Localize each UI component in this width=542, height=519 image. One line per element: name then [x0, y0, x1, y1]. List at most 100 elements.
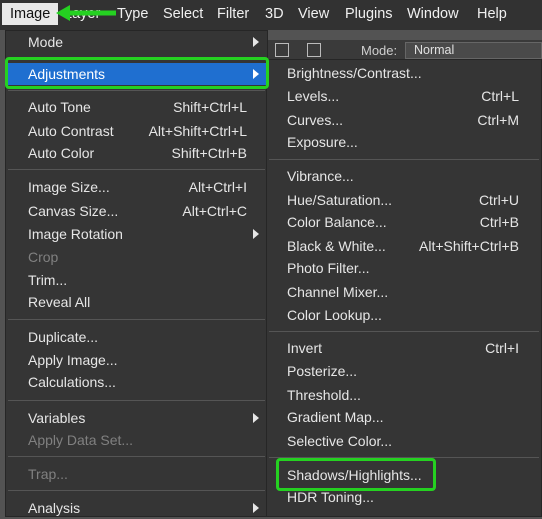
menu-item-adjustments[interactable]: Adjustments — [6, 63, 267, 85]
menu-bar: Image Layer Type Select Filter 3D View P… — [0, 0, 542, 30]
menu-item-label: Threshold... — [287, 387, 361, 403]
menu-item-auto-color[interactable]: Auto Color Shift+Ctrl+B — [6, 142, 267, 164]
menu-item-calculations[interactable]: Calculations... — [6, 371, 267, 393]
menu-view[interactable]: View — [298, 6, 329, 22]
menu-item-brightness-contrast[interactable]: Brightness/Contrast... — [267, 62, 541, 84]
menu-item-shortcut: Alt+Shift+Ctrl+L — [148, 123, 247, 139]
menu-item-color-balance[interactable]: Color Balance... Ctrl+B — [267, 211, 541, 233]
menu-item-curves[interactable]: Curves... Ctrl+M — [267, 109, 541, 131]
menu-item-label: Posterize... — [287, 363, 358, 379]
menu-item-apply-data-set[interactable]: Apply Data Set... — [6, 429, 267, 451]
submenu-arrow-icon — [253, 69, 259, 79]
menu-item-label: Color Lookup... — [287, 307, 382, 323]
adjustments-submenu: Brightness/Contrast... Levels... Ctrl+L … — [266, 59, 542, 517]
menu-item-analysis[interactable]: Analysis — [6, 497, 267, 519]
menu-item-variables[interactable]: Variables — [6, 407, 267, 429]
menu-item-label: Vibrance... — [287, 168, 354, 184]
menu-item-label: Image Size... — [28, 179, 110, 195]
menu-help[interactable]: Help — [477, 6, 507, 22]
menu-image[interactable]: Image — [2, 3, 59, 25]
menu-item-black-white[interactable]: Black & White... Alt+Shift+Ctrl+B — [267, 235, 541, 257]
menu-item-shortcut: Ctrl+M — [477, 112, 519, 128]
menu-item-label: Hue/Saturation... — [287, 192, 393, 208]
menu-item-apply-image[interactable]: Apply Image... — [6, 349, 267, 371]
menu-separator — [8, 490, 265, 491]
menu-item-label: Color Balance... — [287, 214, 387, 230]
menu-item-label: Variables — [28, 410, 86, 426]
menu-item-label: Exposure... — [287, 134, 358, 150]
menu-item-shortcut: Alt+Shift+Ctrl+B — [419, 238, 519, 254]
option-square-dot-icon[interactable] — [307, 43, 321, 57]
menu-item-shortcut: Ctrl+L — [481, 88, 519, 104]
menu-separator — [269, 331, 539, 332]
menu-item-vibrance[interactable]: Vibrance... — [267, 165, 541, 187]
submenu-arrow-icon — [253, 503, 259, 513]
menu-item-mode[interactable]: Mode — [6, 31, 267, 53]
menu-item-invert[interactable]: Invert Ctrl+I — [267, 337, 541, 359]
submenu-arrow-icon — [253, 37, 259, 47]
menu-filter[interactable]: Filter — [217, 6, 249, 22]
menu-item-label: Mode — [28, 34, 64, 50]
option-square-icon[interactable] — [275, 43, 289, 57]
menu-type[interactable]: Type — [117, 6, 148, 22]
menu-item-posterize[interactable]: Posterize... — [267, 360, 541, 382]
menu-item-trim[interactable]: Trim... — [6, 269, 267, 291]
menu-item-label: Curves... — [287, 112, 344, 128]
menu-item-shortcut: Alt+Ctrl+C — [182, 203, 247, 219]
menu-item-label: Trap... — [28, 466, 68, 482]
menu-item-shortcut: Ctrl+I — [485, 340, 519, 356]
menu-window[interactable]: Window — [407, 6, 459, 22]
menu-item-shortcut: Ctrl+U — [478, 192, 519, 208]
menu-item-crop[interactable]: Crop — [6, 246, 267, 268]
menu-item-channel-mixer[interactable]: Channel Mixer... — [267, 281, 541, 303]
menu-item-label: Brightness/Contrast... — [287, 65, 422, 81]
menu-item-canvas-size[interactable]: Canvas Size... Alt+Ctrl+C — [6, 200, 267, 222]
menu-item-exposure[interactable]: Exposure... — [267, 131, 541, 153]
menu-item-label: Photo Filter... — [287, 260, 370, 276]
menu-item-photo-filter[interactable]: Photo Filter... — [267, 257, 541, 279]
mode-select[interactable]: Normal — [405, 42, 542, 59]
menu-item-reveal-all[interactable]: Reveal All — [6, 291, 267, 313]
menu-item-label: HDR Toning... — [287, 489, 374, 505]
menu-item-label: Crop — [28, 249, 59, 265]
menu-item-label: Levels... — [287, 88, 340, 104]
menu-plugins[interactable]: Plugins — [345, 6, 393, 22]
menu-item-gradient-map[interactable]: Gradient Map... — [267, 406, 541, 428]
menu-item-auto-tone[interactable]: Auto Tone Shift+Ctrl+L — [6, 96, 267, 118]
menu-item-shadows-highlights[interactable]: Shadows/Highlights... — [267, 464, 541, 486]
menu-item-label: Auto Color — [28, 145, 95, 161]
menu-item-hue-saturation[interactable]: Hue/Saturation... Ctrl+U — [267, 189, 541, 211]
menu-item-label: Black & White... — [287, 238, 386, 254]
menu-item-label: Auto Contrast — [28, 123, 114, 139]
menu-separator — [269, 159, 539, 160]
submenu-arrow-icon — [253, 229, 259, 239]
image-menu: Mode Adjustments Auto Tone Shift+Ctrl+L … — [5, 30, 268, 517]
menu-item-image-rotation[interactable]: Image Rotation — [6, 223, 267, 245]
menu-item-threshold[interactable]: Threshold... — [267, 384, 541, 406]
menu-3d[interactable]: 3D — [265, 6, 284, 22]
menu-item-auto-contrast[interactable]: Auto Contrast Alt+Shift+Ctrl+L — [6, 120, 267, 142]
menu-item-selective-color[interactable]: Selective Color... — [267, 430, 541, 452]
menu-item-label: Duplicate... — [28, 329, 99, 345]
menu-item-label: Adjustments — [28, 66, 106, 82]
menu-select[interactable]: Select — [163, 6, 203, 22]
menu-item-trap[interactable]: Trap... — [6, 463, 267, 485]
menu-item-shortcut: Shift+Ctrl+B — [171, 145, 247, 161]
menu-item-label: Trim... — [28, 272, 68, 288]
menu-item-label: Auto Tone — [28, 99, 91, 115]
menu-item-label: Canvas Size... — [28, 203, 119, 219]
mode-label: Mode: — [361, 43, 398, 58]
menu-separator — [8, 456, 265, 457]
menu-item-hdr-toning[interactable]: HDR Toning... — [267, 486, 541, 508]
menu-item-label: Invert — [287, 340, 323, 356]
menu-item-label: Channel Mixer... — [287, 284, 389, 300]
menu-item-label: Image Rotation — [28, 226, 123, 242]
menu-item-shortcut: Ctrl+B — [479, 214, 519, 230]
submenu-arrow-icon — [253, 413, 259, 423]
menu-item-duplicate[interactable]: Duplicate... — [6, 326, 267, 348]
menu-separator — [8, 400, 265, 401]
menu-item-image-size[interactable]: Image Size... Alt+Ctrl+I — [6, 176, 267, 198]
menu-item-color-lookup[interactable]: Color Lookup... — [267, 304, 541, 326]
menu-item-levels[interactable]: Levels... Ctrl+L — [267, 85, 541, 107]
menu-item-label: Analysis — [28, 500, 81, 516]
